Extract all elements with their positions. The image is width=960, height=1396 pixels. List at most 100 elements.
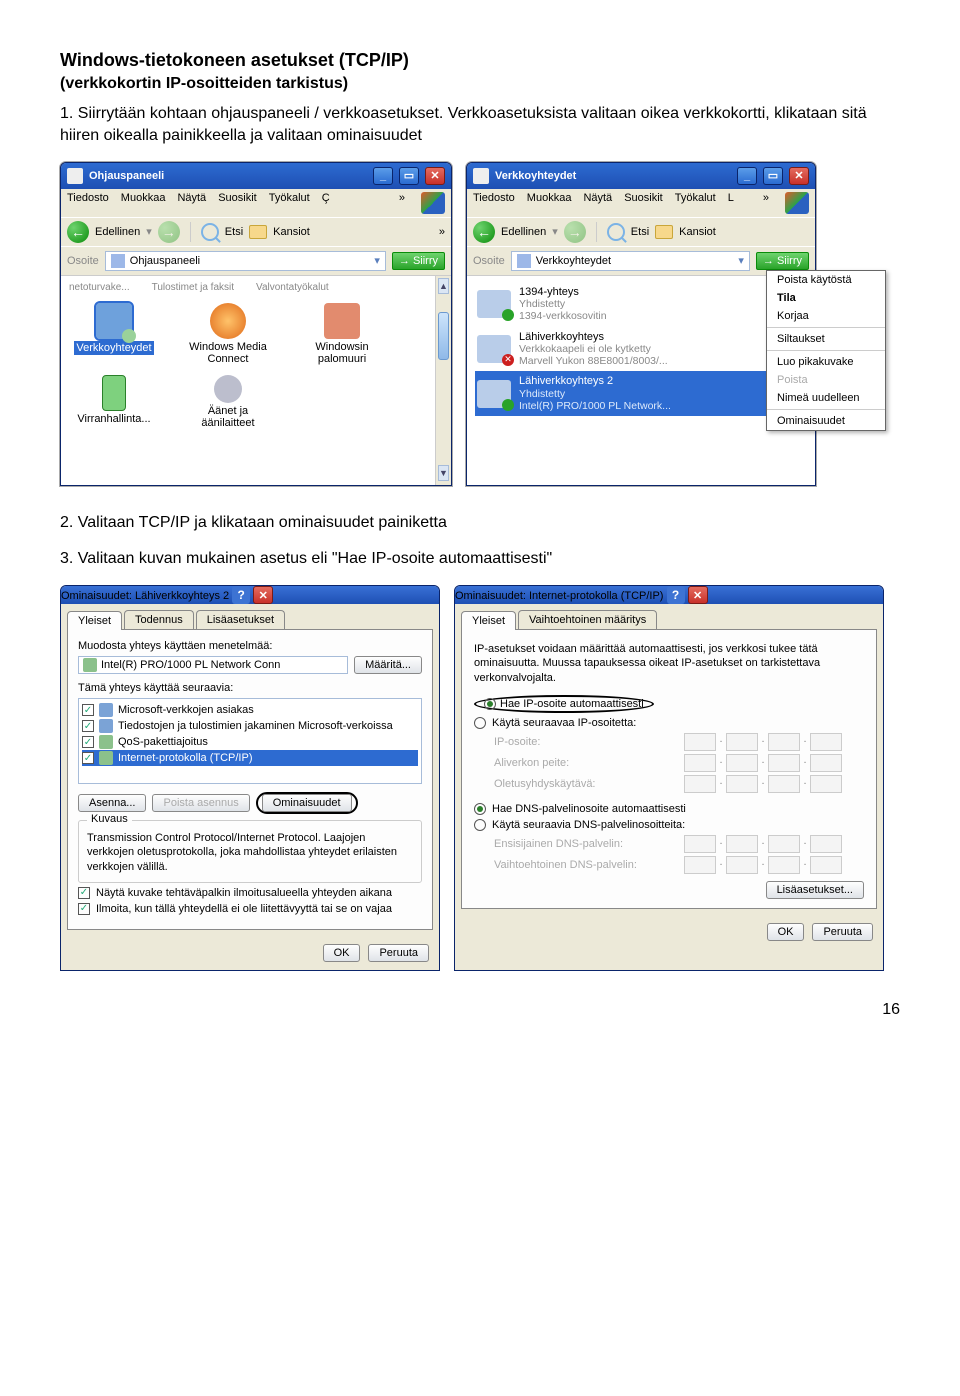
forward-button[interactable]: →	[564, 221, 586, 243]
configure-button[interactable]: Määritä...	[354, 656, 422, 674]
ctx-rename[interactable]: Nimeä uudelleen	[767, 389, 885, 407]
cpl-power[interactable]: Virranhallinta...	[69, 375, 159, 425]
scrollbar[interactable]: ▲ ▼	[435, 276, 451, 485]
toolbar-more[interactable]: »	[439, 226, 445, 238]
go-button[interactable]: → Siirry	[392, 252, 445, 270]
titlebar: Ominaisuudet: Lähiverkkoyhteys 2 ? ✕	[61, 586, 439, 605]
gateway-field: ...	[684, 775, 842, 793]
back-button[interactable]: ←	[473, 221, 495, 243]
menu-edit[interactable]: Muokkaa	[121, 192, 166, 214]
folders-label[interactable]: Kansiot	[679, 226, 716, 238]
search-label[interactable]: Etsi	[631, 226, 649, 238]
adapter-field: Intel(R) PRO/1000 PL Network Conn	[78, 656, 348, 674]
forward-button[interactable]: →	[158, 221, 180, 243]
subnet-field: ...	[684, 754, 842, 772]
menu-tools[interactable]: Työkalut	[675, 192, 716, 214]
tab-general[interactable]: Yleiset	[461, 611, 516, 630]
page-number: 16	[60, 1001, 900, 1019]
tcpip-intro: IP-asetukset voidaan määrittää automaatt…	[474, 642, 864, 685]
context-menu: Poista käytöstä Tila Korjaa Siltaukset L…	[766, 270, 886, 431]
menu-chevron[interactable]: »	[399, 192, 405, 214]
cpl-network-connections[interactable]: Verkkoyhteydet	[69, 303, 159, 355]
nic-icon	[477, 335, 511, 363]
close-button[interactable]: ✕	[253, 586, 273, 604]
menu-file[interactable]: Tiedosto	[473, 192, 515, 214]
back-button[interactable]: ←	[67, 221, 89, 243]
step-1-text: 1. Siirrytään kohtaan ohjauspaneeli / ve…	[60, 103, 900, 148]
net-item-1394[interactable]: 1394-yhteys Yhdistetty 1394-verkkosoviti…	[475, 282, 807, 327]
menu-file[interactable]: Tiedosto	[67, 192, 109, 214]
tab-general[interactable]: Yleiset	[67, 611, 122, 630]
ctx-repair[interactable]: Korjaa	[767, 307, 885, 325]
scroll-down[interactable]: ▼	[438, 465, 449, 481]
folders-icon	[655, 225, 673, 239]
comp-file-print[interactable]: ✓Tiedostojen ja tulostimien jakaminen Mi…	[82, 718, 418, 734]
description-group: Kuvaus Transmission Control Protocol/Int…	[78, 820, 422, 883]
cpl-wmc[interactable]: Windows Media Connect	[183, 303, 273, 365]
search-label[interactable]: Etsi	[225, 226, 243, 238]
ctx-bridge[interactable]: Siltaukset	[767, 330, 885, 348]
description-label: Kuvaus	[87, 813, 132, 825]
install-button[interactable]: Asenna...	[78, 794, 146, 812]
menu-chevron[interactable]: »	[763, 192, 769, 214]
scroll-up[interactable]: ▲	[438, 278, 449, 294]
menu-edit[interactable]: Muokkaa	[527, 192, 572, 214]
menu-tools[interactable]: Työkalut	[269, 192, 310, 214]
advanced-button[interactable]: Lisäasetukset...	[766, 881, 864, 899]
titlebar: Ohjauspaneeli _ ▭ ✕	[61, 163, 451, 189]
dns-grid: Ensisijainen DNS-palvelin:... Vaihtoehto…	[494, 835, 864, 874]
tab-advanced[interactable]: Lisäasetukset	[196, 610, 285, 629]
go-button[interactable]: → Siirry	[756, 252, 809, 270]
tab-auth[interactable]: Todennus	[124, 610, 194, 629]
scroll-thumb[interactable]	[438, 312, 449, 360]
uses-label: Tämä yhteys käyttää seuraavia:	[78, 682, 422, 694]
menubar: Tiedosto Muokkaa Näytä Suosikit Työkalut…	[61, 189, 451, 217]
minimize-button[interactable]: _	[737, 167, 757, 185]
address-field[interactable]: Ohjauspaneeli ▾	[105, 251, 386, 271]
components-list[interactable]: ✓Microsoft-verkkojen asiakas ✓Tiedostoje…	[78, 698, 422, 784]
tab-alt[interactable]: Vaihtoehtoinen määritys	[518, 610, 657, 629]
radio-manual-dns[interactable]: Käytä seuraavia DNS-palvelinosoitteita:	[474, 819, 864, 831]
help-button[interactable]: ?	[667, 586, 685, 604]
ok-button[interactable]: OK	[767, 923, 805, 941]
comp-ms-client[interactable]: ✓Microsoft-verkkojen asiakas	[82, 702, 418, 718]
menu-view[interactable]: Näytä	[583, 192, 612, 214]
net-content: 1394-yhteys Yhdistetty 1394-verkkosoviti…	[467, 275, 815, 485]
ctx-shortcut[interactable]: Luo pikakuvake	[767, 353, 885, 371]
radio-auto-ip[interactable]: Hae IP-osoite automaattisesti	[474, 695, 864, 713]
address-label: Osoite	[473, 255, 505, 267]
menu-favorites[interactable]: Suosikit	[624, 192, 663, 214]
close-button[interactable]: ✕	[425, 167, 445, 185]
radio-manual-ip[interactable]: Käytä seuraavaa IP-osoitetta:	[474, 717, 864, 729]
maximize-button[interactable]: ▭	[763, 167, 783, 185]
cancel-button[interactable]: Peruuta	[812, 923, 873, 941]
ctx-properties[interactable]: Ominaisuudet	[767, 412, 885, 430]
ctx-disable[interactable]: Poista käytöstä	[767, 271, 885, 289]
address-field[interactable]: Verkkoyhteydet ▾	[511, 251, 750, 271]
share-icon	[99, 719, 113, 733]
help-button[interactable]: ?	[232, 586, 250, 604]
maximize-button[interactable]: ▭	[399, 167, 419, 185]
close-button[interactable]: ✕	[789, 167, 809, 185]
net-item-lan1[interactable]: Lähiverkkoyhteys Verkkokaapeli ei ole ky…	[475, 327, 807, 372]
comp-tcpip-selected[interactable]: ✓Internet-protokolla (TCP/IP)	[82, 750, 418, 766]
minimize-button[interactable]: _	[373, 167, 393, 185]
cpl-sound[interactable]: Äänet ja äänilaitteet	[183, 375, 273, 429]
chk-show-icon[interactable]: ✓Näytä kuvake tehtäväpalkin ilmoitusalue…	[78, 887, 422, 899]
net-item-lan2-selected[interactable]: Lähiverkkoyhteys 2 Yhdistetty Intel(R) P…	[475, 371, 807, 416]
close-button[interactable]: ✕	[688, 586, 708, 604]
menu-view[interactable]: Näytä	[177, 192, 206, 214]
chk-notify[interactable]: ✓Ilmoita, kun tällä yhteydellä ei ole li…	[78, 903, 422, 915]
cpl-firewall[interactable]: Windowsin palomuuri	[297, 303, 387, 365]
comp-qos[interactable]: ✓QoS-pakettiajoitus	[82, 734, 418, 750]
menu-favorites[interactable]: Suosikit	[218, 192, 257, 214]
properties-button[interactable]: Ominaisuudet	[262, 794, 352, 812]
cancel-button[interactable]: Peruuta	[368, 944, 429, 962]
ctx-status[interactable]: Tila	[767, 289, 885, 307]
firewall-icon	[324, 303, 360, 339]
folders-label[interactable]: Kansiot	[273, 226, 310, 238]
address-label: Osoite	[67, 255, 99, 267]
window-title: Ominaisuudet: Lähiverkkoyhteys 2	[61, 590, 229, 602]
ok-button[interactable]: OK	[323, 944, 361, 962]
radio-auto-dns[interactable]: Hae DNS-palvelinosoite automaattisesti	[474, 803, 864, 815]
